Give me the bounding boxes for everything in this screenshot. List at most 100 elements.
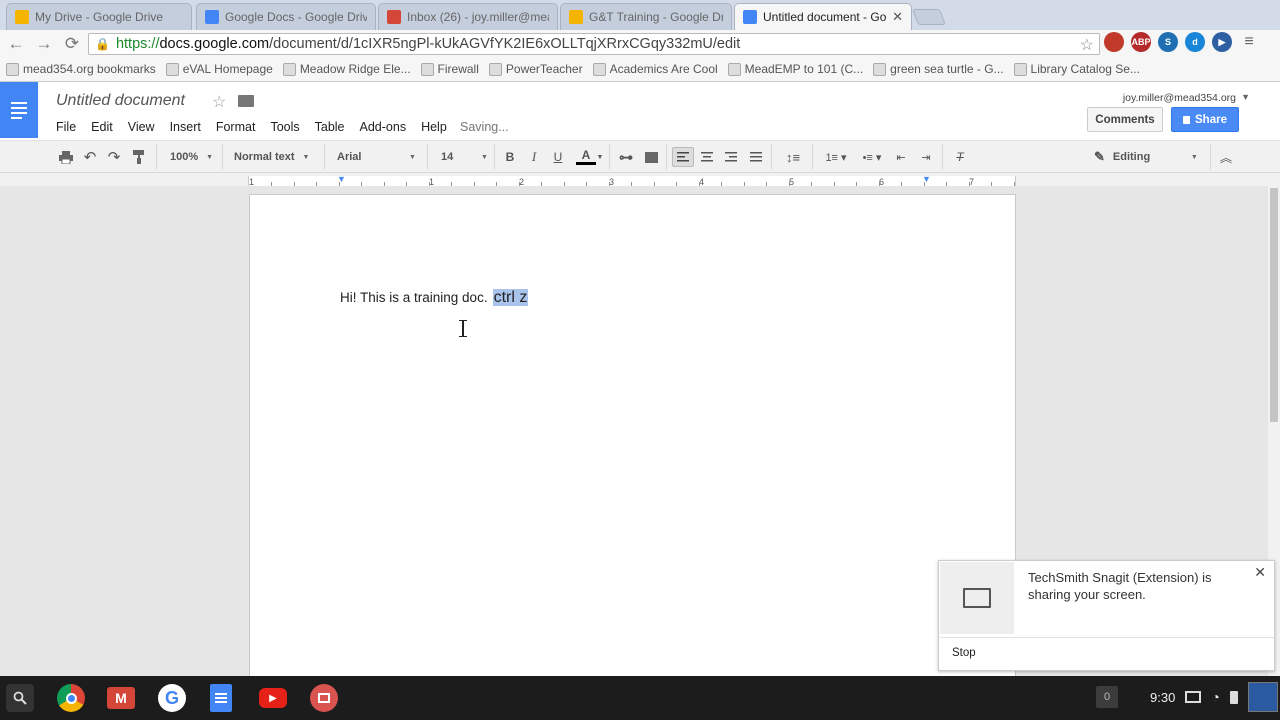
clear-formatting-icon[interactable]: T [951,147,969,167]
italic-icon[interactable]: I [527,147,541,167]
bookmark-item[interactable]: PowerTeacher [488,62,583,76]
menu-edit[interactable]: Edit [91,120,113,134]
document-page[interactable]: Hi! This is a training doc. ctrl z [249,194,1016,676]
close-tab-icon[interactable]: ✕ [892,9,903,25]
screen-sharing-notification: TechSmith Snagit (Extension) is sharing … [938,560,1275,671]
font-size-dropdown[interactable]: 14 ▼ [441,147,489,167]
body-text: Hi! This is a training doc. [340,290,488,305]
folder-icon[interactable] [238,95,254,107]
align-left-icon[interactable] [672,147,694,167]
menu-tools[interactable]: Tools [270,120,299,134]
style-dropdown[interactable]: Normal text ▼ [234,147,314,167]
menu-file[interactable]: File [56,120,76,134]
tab-training-drive[interactable]: G&T Training - Google Drive [560,3,732,30]
align-right-icon[interactable] [723,147,739,167]
chevron-down-icon[interactable]: ▼ [1241,92,1250,102]
menu-view[interactable]: View [128,120,155,134]
tab-my-drive[interactable]: My Drive - Google Drive [6,3,192,30]
bookmark-star-icon[interactable]: ☆ [1080,35,1094,55]
editing-mode-dropdown[interactable]: ✎ Editing ▼ [1094,147,1204,167]
search-icon[interactable] [6,684,34,712]
back-arrow-icon[interactable]: ← [4,32,28,56]
reload-icon[interactable]: ⟳ [60,32,84,56]
battery-icon[interactable] [1229,690,1238,704]
system-tray[interactable]: 0 9:30 ◔ [1096,686,1238,708]
pencil-icon: ✎ [1094,149,1105,164]
adblock-plus-icon[interactable]: ABP [1131,32,1151,52]
bookmark-item[interactable]: mead354.org bookmarks [6,62,156,76]
numbered-list-icon[interactable]: 1≡ ▾ [820,147,852,167]
menu-insert[interactable]: Insert [170,120,201,134]
collapse-chevron-icon[interactable]: ︽ [1218,147,1234,167]
font-dropdown[interactable]: Arial ▼ [337,147,417,167]
docs-icon[interactable] [210,684,232,712]
s-extension-icon[interactable]: S [1158,32,1178,52]
bookmark-item[interactable]: Academics Are Cool [592,62,718,76]
new-tab-button[interactable] [912,9,946,25]
tab-gmail-inbox[interactable]: Inbox (26) - joy.miller@mead354.org [378,3,558,30]
d-extension-icon[interactable]: d [1185,32,1205,52]
tab-label: Untitled document - Goo [763,10,887,24]
bookmark-item[interactable]: eVAL Homepage [165,62,273,76]
star-icon[interactable]: ☆ [212,92,226,112]
bookmark-favicon-icon [488,62,502,76]
tab-google-docs-drive[interactable]: Google Docs - Google Drive [196,3,376,30]
google-search-icon[interactable]: G [158,684,186,712]
gmail-icon[interactable]: M [107,687,135,709]
docs-home-icon[interactable] [0,82,38,138]
notification-count-badge[interactable]: 0 [1096,686,1118,708]
play-extension-icon[interactable]: ▶ [1212,32,1232,52]
account-email[interactable]: joy.miller@mead354.org [1123,92,1236,104]
increase-indent-icon[interactable]: ⇥ [918,147,934,167]
chevron-down-icon[interactable]: ▼ [596,147,604,167]
menu-help[interactable]: Help [421,120,447,134]
cast-icon[interactable] [1185,691,1202,703]
bulleted-list-icon[interactable]: •≡ ▾ [856,147,888,167]
menu-icon[interactable]: ≡ [1239,32,1259,52]
snagit-icon[interactable] [310,684,338,712]
bookmark-item[interactable]: green sea turtle - G... [873,62,1004,76]
bookmark-item[interactable]: Meadow Ridge Ele... [282,62,411,76]
wifi-icon[interactable]: ◔ [1211,689,1219,705]
document-title[interactable]: Untitled document [56,92,185,110]
print-icon[interactable] [58,147,74,167]
clock[interactable]: 9:30 [1150,690,1175,705]
bookmark-item[interactable]: Library Catalog Se... [1013,62,1140,76]
comment-icon[interactable] [643,147,659,167]
menu-format[interactable]: Format [216,120,256,134]
selected-text[interactable]: ctrl z [492,289,529,306]
address-bar[interactable]: 🔒 https://docs.google.com/document/d/1cI… [88,33,1100,55]
menu-table[interactable]: Table [315,120,345,134]
bookmark-item[interactable]: MeadEMP to 101 (C... [727,62,863,76]
close-icon[interactable]: ✕ [1254,564,1266,581]
decrease-indent-icon[interactable]: ⇤ [893,147,909,167]
stop-button[interactable]: Stop [952,647,976,659]
line-spacing-icon[interactable]: ↕≡ [779,147,807,167]
paint-format-icon[interactable] [131,147,147,167]
chevron-down-icon: ▼ [302,153,310,161]
comments-button[interactable]: Comments [1087,107,1163,132]
underline-icon[interactable]: U [551,147,565,167]
bookmark-label: eVAL Homepage [182,62,273,76]
bold-icon[interactable]: B [503,147,517,167]
chrome-icon[interactable] [57,684,85,712]
share-button[interactable]: Share [1171,107,1239,132]
redo-icon[interactable]: ↷ [106,147,122,167]
document-body-text[interactable]: Hi! This is a training doc. ctrl z [340,289,529,307]
zoom-dropdown[interactable]: 100% ▼ [170,147,218,167]
forward-arrow-icon[interactable]: → [32,32,56,56]
stop-extension-icon[interactable] [1104,32,1124,52]
tab-untitled-document[interactable]: Untitled document - Goo ✕ [734,3,912,30]
account-avatar[interactable] [1248,682,1278,712]
right-indent-marker-icon[interactable]: ▼ [922,174,931,184]
scrollbar-thumb[interactable] [1270,188,1278,422]
justify-icon[interactable] [748,147,764,167]
menu-addons[interactable]: Add-ons [360,120,407,134]
youtube-icon[interactable]: ▶ [259,688,287,708]
undo-icon[interactable]: ↶ [82,147,98,167]
align-center-icon[interactable] [699,147,715,167]
bookmark-item[interactable]: Firewall [420,62,479,76]
left-indent-marker-icon[interactable]: ▼ [337,174,346,184]
link-icon[interactable]: ⊶ [616,147,636,167]
docs-header: Untitled document ☆ File Edit View Insert Fo… [0,82,1280,140]
